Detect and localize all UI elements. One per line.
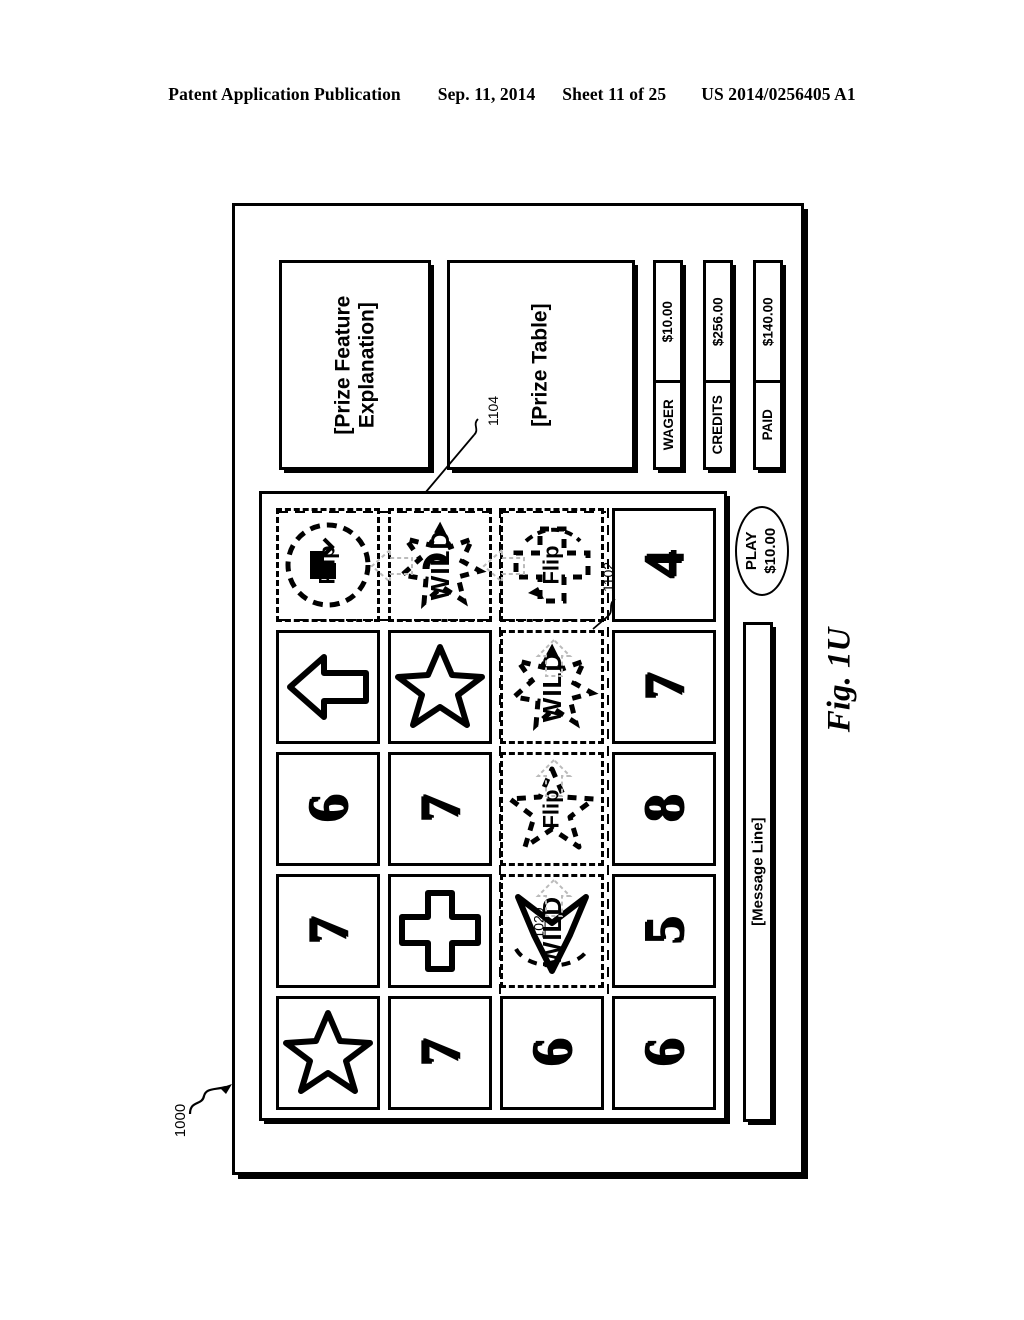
meter-wager-value: $10.00 bbox=[660, 300, 676, 342]
slot-machine-cabinet: [Prize Feature Explanation] [Prize Table… bbox=[232, 203, 804, 1175]
meter-wager-label-cell: WAGER bbox=[656, 383, 680, 467]
meter-paid: $140.00 PAID bbox=[753, 260, 783, 470]
meter-wager-label: WAGER bbox=[660, 399, 676, 451]
meter-credits: $256.00 CREDITS bbox=[703, 260, 733, 470]
meter-wager: $10.00 WAGER bbox=[653, 260, 683, 470]
prize-feature-explanation-panel: [Prize Feature Explanation] bbox=[279, 260, 431, 470]
publication-header: Patent Application Publication Sep. 11, … bbox=[0, 84, 1024, 105]
play-button-line1: PLAY bbox=[743, 531, 761, 571]
play-button[interactable]: PLAY $10.00 bbox=[735, 506, 789, 596]
callout-arrow-icon bbox=[188, 1084, 232, 1115]
meter-paid-label-cell: PAID bbox=[756, 383, 780, 467]
figure-label-text: Fig. 1U bbox=[821, 627, 858, 733]
document-number: US 2014/0256405 A1 bbox=[701, 84, 856, 104]
play-button-label: PLAY $10.00 bbox=[743, 528, 781, 574]
meter-credits-value-cell: $256.00 bbox=[706, 263, 730, 383]
message-line-text: [Message Line] bbox=[749, 817, 767, 927]
sheet-number: Sheet 11 of 25 bbox=[562, 84, 667, 104]
message-line: [Message Line] bbox=[743, 622, 773, 1122]
meter-credits-label: CREDITS bbox=[710, 395, 726, 455]
meter-paid-value-cell: $140.00 bbox=[756, 263, 780, 383]
play-button-line2: $10.00 bbox=[761, 528, 779, 574]
meter-credits-value: $256.00 bbox=[710, 296, 726, 346]
prize-table-text: [Prize Table] bbox=[528, 303, 552, 427]
publication-date: Sep. 11, 2014 bbox=[437, 84, 536, 104]
publication-title: Patent Application Publication bbox=[168, 84, 401, 104]
meter-credits-label-cell: CREDITS bbox=[706, 383, 730, 467]
machine-reference-callout: 1000 bbox=[168, 1084, 232, 1158]
prize-table-lead-line bbox=[419, 418, 479, 500]
reel-window: Flip WILD Flip 4 WILD 7 6 7 Flip 8 7 WIL… bbox=[259, 491, 727, 1121]
prize-feature-explanation-text: [Prize Feature Explanation] bbox=[330, 295, 378, 435]
prize-table-panel: [Prize Table] 1104 bbox=[419, 260, 635, 500]
meter-paid-label: PAID bbox=[760, 409, 776, 441]
feature-motion-overlay bbox=[278, 508, 609, 994]
meter-wager-value-cell: $10.00 bbox=[656, 263, 680, 383]
meter-paid-value: $140.00 bbox=[760, 296, 776, 346]
